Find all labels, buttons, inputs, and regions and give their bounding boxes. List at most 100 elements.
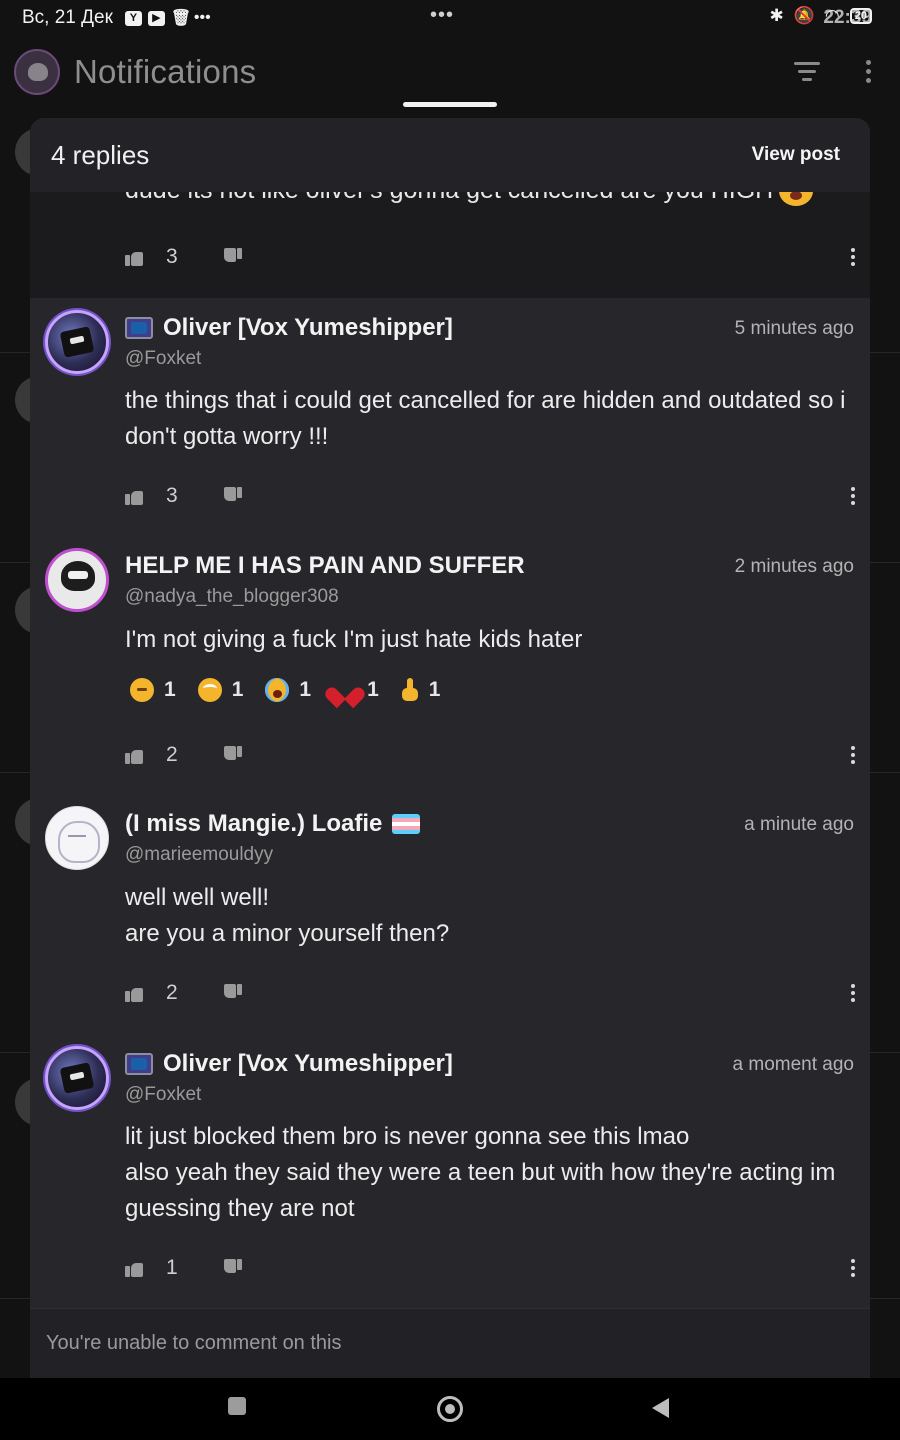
vote-row: 2: [125, 740, 855, 770]
filter-icon[interactable]: [794, 62, 820, 86]
television-icon: [125, 317, 153, 339]
upvote-icon[interactable]: [125, 746, 143, 764]
thinking-face-icon: [130, 678, 154, 702]
home-button[interactable]: [437, 1396, 463, 1422]
profile-avatar[interactable]: [14, 49, 60, 95]
system-nav-bar: [0, 1378, 900, 1440]
loudly-crying-face-icon: [265, 678, 290, 702]
overflow-menu-icon[interactable]: [866, 60, 872, 87]
reaction-sob[interactable]: 1: [265, 678, 311, 702]
author-handle[interactable]: @Foxket: [125, 348, 201, 370]
camera-dots-icon: •••: [430, 4, 455, 26]
vote-row: 2: [125, 978, 855, 1008]
reply-card: (I miss Mangie.) Loafie a minute ago @ma…: [30, 796, 870, 1036]
upvote-icon[interactable]: [125, 487, 143, 505]
broken-heart-icon: [333, 679, 357, 701]
status-icons: ✱ 🔕 ◠ 20: [769, 6, 872, 26]
back-button[interactable]: [652, 1398, 669, 1418]
reply-timestamp: 2 minutes ago: [734, 556, 854, 577]
comment-menu-icon[interactable]: [851, 746, 855, 767]
transgender-flag-icon: [392, 814, 421, 834]
reply-card: HELP ME I HAS PAIN AND SUFFER 2 minutes …: [30, 538, 870, 796]
reply-author[interactable]: (I miss Mangie.) Loafie: [125, 810, 421, 838]
more-notifications-icon: •••: [193, 9, 211, 26]
reply-line: are you a minor yourself then?: [125, 920, 450, 947]
author-name: (I miss Mangie.) Loafie: [125, 810, 383, 837]
reply-author[interactable]: Oliver [Vox Yumeshipper]: [125, 1050, 453, 1078]
reply-line: I'm not giving a fuck I'm just hate kids…: [125, 626, 583, 653]
page-title: Notifications: [74, 53, 257, 90]
author-handle[interactable]: @nadya_the_blogger308: [125, 586, 339, 608]
youtube-icon: ▶: [147, 10, 165, 26]
sheet-drag-handle[interactable]: [403, 102, 497, 107]
comment-disabled-bar: You're unable to comment on this: [30, 1308, 870, 1378]
vote-count: 3: [166, 484, 178, 507]
downvote-icon[interactable]: [224, 248, 242, 266]
reply-body: lit just blocked them bro is never gonna…: [125, 1119, 860, 1227]
avatar[interactable]: [45, 548, 109, 612]
author-name: Oliver [Vox Yumeshipper]: [163, 314, 453, 341]
downvote-icon[interactable]: [224, 487, 242, 505]
reaction-count: 1: [231, 678, 244, 701]
mute-icon: 🔕: [793, 6, 815, 25]
reply-author[interactable]: Oliver [Vox Yumeshipper]: [125, 314, 453, 342]
author-name: HELP ME I HAS PAIN AND SUFFER: [125, 552, 525, 579]
vote-count: 2: [166, 743, 178, 766]
status-bar: 22:39 Вс, 21 Дек Y ▶ 🗑 ••• ••• ✱ 🔕 ◠ 20: [0, 0, 900, 36]
reply-card: Oliver [Vox Yumeshipper] 5 minutes ago @…: [30, 298, 870, 538]
recents-button[interactable]: [228, 1397, 246, 1415]
vote-count: 3: [166, 245, 178, 268]
reaction-rolling-eyes[interactable]: 1: [197, 678, 244, 702]
reply-timestamp: a moment ago: [732, 1054, 854, 1075]
upvote-icon[interactable]: [125, 1259, 143, 1277]
reaction-count: 1: [299, 678, 312, 701]
reaction-thinking[interactable]: 1: [130, 678, 176, 702]
upvote-icon[interactable]: [125, 984, 143, 1002]
upvote-icon[interactable]: [125, 248, 143, 266]
avatar[interactable]: [45, 310, 109, 374]
reply-line: also yeah they said they were a teen but…: [125, 1159, 836, 1222]
reply-body: the things that i could get cancelled fo…: [125, 383, 860, 455]
avatar[interactable]: [45, 806, 109, 870]
face-with-rolling-eyes-icon: [197, 678, 222, 702]
reply-timestamp: a minute ago: [744, 814, 854, 835]
comment-menu-icon[interactable]: [851, 248, 855, 269]
reaction-count: 1: [428, 678, 441, 701]
reply-line: lit just blocked them bro is never gonna…: [125, 1123, 690, 1150]
wifi-icon: ◠: [824, 6, 840, 25]
comment-menu-icon[interactable]: [851, 487, 855, 508]
trash-icon: 🗑: [170, 9, 192, 27]
reply-author[interactable]: HELP ME I HAS PAIN AND SUFFER: [125, 552, 525, 580]
author-name: Oliver [Vox Yumeshipper]: [163, 1050, 453, 1077]
downvote-icon[interactable]: [224, 746, 242, 764]
reply-line: the things that i could get cancelled fo…: [125, 387, 846, 450]
television-icon: [125, 1053, 153, 1075]
sheet-title: 4 replies: [51, 139, 150, 170]
battery-icon: 20: [849, 8, 872, 24]
sheet-header: 4 replies View post: [30, 118, 870, 192]
unable-to-comment-text: You're unable to comment on this: [46, 1332, 342, 1354]
avatar[interactable]: [45, 1046, 109, 1110]
downvote-icon[interactable]: [224, 1259, 242, 1277]
author-handle[interactable]: @Foxket: [125, 1084, 201, 1106]
vote-count: 1: [166, 1256, 178, 1279]
reaction-broken-heart[interactable]: 1: [333, 678, 379, 702]
comment-menu-icon[interactable]: [851, 1259, 855, 1280]
status-date: Вс, 21 Дек: [22, 7, 113, 28]
notification-app-icon: Y: [124, 10, 142, 26]
author-handle[interactable]: @marieemouldyy: [125, 844, 273, 866]
pointing-up-icon: [401, 678, 419, 702]
bluetooth-icon: ✱: [769, 6, 784, 25]
reaction-count: 1: [164, 678, 176, 701]
comment-menu-icon[interactable]: [851, 984, 855, 1005]
downvote-icon[interactable]: [224, 984, 242, 1002]
reply-line: well well well!: [125, 884, 270, 911]
reply-body: well well well! are you a minor yourself…: [125, 880, 860, 952]
reactions-row: 1 1 1 1 1: [130, 678, 462, 702]
view-post-button[interactable]: View post: [752, 144, 840, 166]
app-bar: Notifications: [0, 36, 900, 108]
vote-row: 3: [125, 481, 855, 511]
reply-card: Oliver [Vox Yumeshipper] a moment ago @F…: [30, 1036, 870, 1308]
replies-sheet: 4 replies View post dude its not like ol…: [30, 118, 870, 1378]
reaction-pointing-up[interactable]: 1: [401, 678, 441, 702]
